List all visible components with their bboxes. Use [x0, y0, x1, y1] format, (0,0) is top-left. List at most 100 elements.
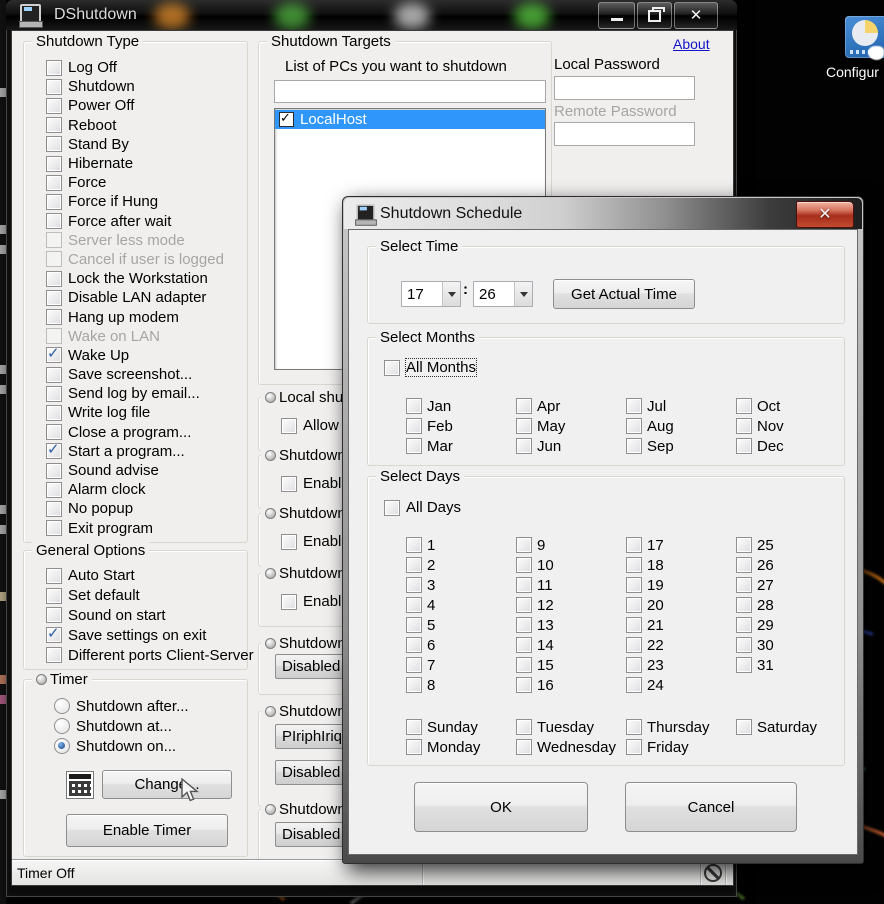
checkbox-item[interactable]: Sound on start — [46, 606, 254, 626]
checkbox[interactable] — [516, 438, 532, 454]
checkbox[interactable] — [46, 156, 62, 172]
checkbox[interactable] — [281, 594, 297, 610]
checkbox[interactable] — [516, 398, 532, 414]
checkbox-item[interactable]: Alarm clock — [46, 480, 224, 499]
day-checkbox-item[interactable]: 21 — [626, 615, 736, 635]
checkbox[interactable] — [626, 557, 642, 573]
checkbox[interactable] — [46, 405, 62, 421]
checkbox[interactable] — [46, 60, 62, 76]
checkbox[interactable] — [46, 232, 62, 248]
checkbox-item[interactable]: Send log by email... — [46, 384, 224, 403]
day-checkbox-item[interactable]: 29 — [736, 615, 846, 635]
checkbox[interactable] — [46, 136, 62, 152]
day-checkbox-item[interactable]: 10 — [516, 555, 626, 575]
weekday-checkbox-item[interactable]: Sunday — [406, 717, 516, 737]
month-checkbox-item[interactable]: Oct — [736, 396, 846, 416]
day-checkbox-item[interactable]: 2 — [406, 555, 516, 575]
checkbox[interactable] — [384, 500, 400, 516]
checkbox[interactable] — [46, 386, 62, 402]
checkbox-item[interactable]: Save screenshot... — [46, 365, 224, 384]
remote-password-input[interactable] — [554, 122, 695, 146]
minute-select[interactable]: 26 — [473, 281, 533, 307]
radio-button[interactable] — [54, 698, 70, 714]
day-checkbox-item[interactable]: 8 — [406, 675, 516, 695]
minimize-button[interactable] — [598, 2, 635, 29]
month-checkbox-item[interactable]: Sep — [626, 436, 736, 456]
checkbox-item[interactable]: Sound advise — [46, 461, 224, 480]
checkbox[interactable] — [46, 627, 62, 643]
day-checkbox-item[interactable]: 19 — [626, 575, 736, 595]
checkbox[interactable] — [736, 438, 752, 454]
checkbox-item[interactable]: Auto Start — [46, 566, 254, 586]
day-checkbox-item[interactable]: 23 — [626, 655, 736, 675]
checkbox[interactable] — [46, 482, 62, 498]
checkbox[interactable] — [46, 175, 62, 191]
checkbox[interactable] — [626, 657, 642, 673]
checkbox[interactable] — [281, 476, 297, 492]
day-checkbox-item[interactable]: 13 — [516, 615, 626, 635]
weekday-checkbox-item[interactable]: Friday — [626, 737, 736, 757]
checkbox[interactable] — [46, 424, 62, 440]
checkbox-item[interactable]: Exit program — [46, 519, 224, 538]
checkbox[interactable] — [626, 597, 642, 613]
checkbox[interactable] — [46, 607, 62, 623]
day-checkbox-item[interactable]: 11 — [516, 575, 626, 595]
about-link[interactable]: About — [673, 36, 710, 52]
checkbox-item[interactable]: Log Off — [46, 58, 224, 77]
checkbox-item[interactable]: Force after wait — [46, 212, 224, 231]
checkbox-item[interactable]: Reboot — [46, 116, 224, 135]
weekday-checkbox-item[interactable]: Tuesday — [516, 717, 626, 737]
day-checkbox-item[interactable]: 30 — [736, 635, 846, 655]
checkbox[interactable] — [46, 79, 62, 95]
checkbox[interactable] — [46, 309, 62, 325]
checkbox[interactable] — [406, 577, 422, 593]
enable-timer-button[interactable]: Enable Timer — [66, 814, 228, 847]
checkbox[interactable] — [516, 418, 532, 434]
checkbox[interactable] — [736, 657, 752, 673]
day-checkbox-item[interactable]: 25 — [736, 535, 846, 555]
checkbox[interactable] — [516, 739, 532, 755]
checkbox[interactable] — [516, 597, 532, 613]
checkbox[interactable] — [46, 347, 62, 363]
checkbox-item[interactable]: Write log file — [46, 403, 224, 422]
checkbox[interactable] — [281, 418, 297, 434]
main-title-bar[interactable]: DShutdown ✕ — [6, 0, 737, 30]
month-checkbox-item[interactable]: Mar — [406, 436, 516, 456]
radio-item[interactable]: Shutdown after... — [54, 696, 189, 716]
checkbox[interactable] — [736, 557, 752, 573]
day-checkbox-item[interactable]: 5 — [406, 615, 516, 635]
month-checkbox-item[interactable]: Apr — [516, 396, 626, 416]
checkbox[interactable] — [516, 657, 532, 673]
radio-button[interactable] — [54, 718, 70, 734]
status-icon-panel[interactable] — [701, 861, 726, 885]
checkbox-item[interactable]: Lock the Workstation — [46, 269, 224, 288]
month-checkbox-item[interactable]: Aug — [626, 416, 736, 436]
checkbox[interactable] — [406, 537, 422, 553]
checkbox[interactable] — [46, 501, 62, 517]
day-checkbox-item[interactable]: 6 — [406, 635, 516, 655]
checkbox-item[interactable]: Wake on LAN — [46, 327, 224, 346]
get-actual-time-button[interactable]: Get Actual Time — [553, 279, 695, 309]
checkbox[interactable] — [626, 617, 642, 633]
checkbox[interactable] — [626, 438, 642, 454]
pc-list-item[interactable]: LocalHost — [275, 110, 545, 129]
checkbox[interactable] — [46, 117, 62, 133]
checkbox[interactable] — [516, 719, 532, 735]
checkbox[interactable] — [516, 637, 532, 653]
day-checkbox-item[interactable]: 12 — [516, 595, 626, 615]
radio-button[interactable] — [54, 738, 70, 754]
day-checkbox-item[interactable]: 15 — [516, 655, 626, 675]
checkbox[interactable] — [46, 251, 62, 267]
checkbox-item[interactable]: Server less mode — [46, 231, 224, 250]
checkbox[interactable] — [516, 677, 532, 693]
day-checkbox-item[interactable]: 14 — [516, 635, 626, 655]
checkbox[interactable] — [626, 739, 642, 755]
checkbox-item[interactable]: Shutdown — [46, 77, 224, 96]
close-button[interactable]: ✕ — [674, 2, 718, 29]
day-checkbox-item[interactable]: 28 — [736, 595, 846, 615]
checkbox-item[interactable]: Save settings on exit — [46, 625, 254, 645]
checkbox-item[interactable]: Power Off — [46, 96, 224, 115]
checkbox-item[interactable]: Stand By — [46, 135, 224, 154]
checkbox-item[interactable]: Hang up modem — [46, 307, 224, 326]
month-checkbox-item[interactable]: May — [516, 416, 626, 436]
